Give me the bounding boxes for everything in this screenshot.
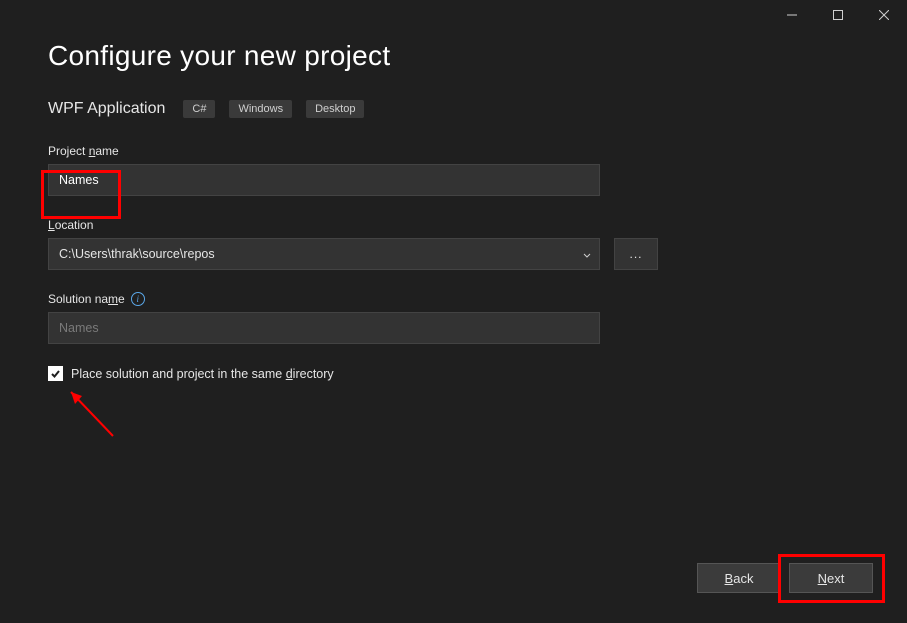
project-name-label: Project name	[48, 144, 859, 158]
footer: Back Next	[697, 563, 873, 593]
same-directory-checkbox[interactable]	[48, 366, 63, 381]
page-title: Configure your new project	[48, 40, 859, 72]
project-name-block: Project name	[48, 144, 859, 196]
maximize-button[interactable]	[815, 0, 861, 30]
solution-name-label: Solution name i	[48, 292, 859, 306]
tag-windows: Windows	[229, 100, 292, 118]
next-button[interactable]: Next	[789, 563, 873, 593]
minimize-button[interactable]	[769, 0, 815, 30]
chevron-down-icon	[583, 247, 591, 261]
maximize-icon	[833, 10, 843, 20]
browse-button[interactable]: ...	[614, 238, 658, 270]
title-bar	[0, 0, 907, 30]
annotation-arrow-icon	[63, 386, 123, 446]
checkmark-icon	[50, 368, 61, 379]
solution-name-block: Solution name i	[48, 292, 859, 344]
close-button[interactable]	[861, 0, 907, 30]
ellipsis-icon: ...	[629, 247, 642, 261]
same-directory-label: Place solution and project in the same d…	[71, 367, 334, 381]
minimize-icon	[787, 10, 797, 20]
location-combobox[interactable]: C:\Users\thrak\source\repos	[48, 238, 600, 270]
location-block: Location C:\Users\thrak\source\repos ...	[48, 218, 859, 270]
back-button[interactable]: Back	[697, 563, 781, 593]
solution-name-input	[48, 312, 600, 344]
tag-desktop: Desktop	[306, 100, 364, 118]
project-name-input[interactable]	[48, 164, 600, 196]
same-directory-row: Place solution and project in the same d…	[48, 366, 859, 381]
template-name: WPF Application	[48, 100, 165, 118]
template-row: WPF Application C# Windows Desktop	[48, 100, 859, 118]
close-icon	[879, 10, 889, 20]
location-value: C:\Users\thrak\source\repos	[59, 247, 215, 261]
location-label: Location	[48, 218, 859, 232]
content-area: Configure your new project WPF Applicati…	[0, 30, 907, 381]
tag-csharp: C#	[183, 100, 215, 118]
info-icon[interactable]: i	[131, 292, 145, 306]
